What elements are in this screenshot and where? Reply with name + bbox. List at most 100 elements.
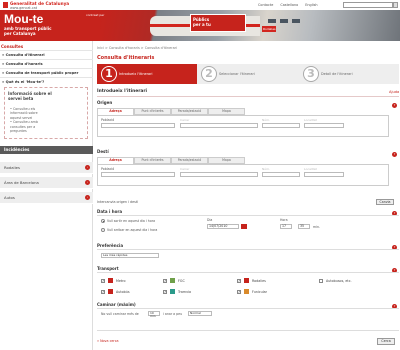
tram-checkbox[interactable]: ✓ — [163, 290, 167, 294]
chevron-right-icon: › — [85, 195, 90, 200]
language-links: Contacte Castellano English — [258, 3, 324, 7]
origin-title: Origen — [97, 100, 113, 105]
destination-street-input[interactable] — [180, 172, 258, 177]
search-button[interactable]: Cerca — [377, 338, 395, 345]
new-search-link[interactable]: » Nova cerca — [97, 339, 119, 343]
destination-town-input[interactable] — [101, 172, 175, 177]
field-label: Núm. — [262, 167, 271, 171]
sidebar-item-itinerari[interactable]: » Consulta d'itinerari — [2, 53, 45, 57]
step-3: 3 Detall de l'itinerari — [299, 64, 399, 84]
hour-select[interactable]: 17 — [280, 224, 292, 229]
info-icon[interactable]: ? — [392, 152, 397, 157]
minute-select[interactable]: 35 — [298, 224, 310, 229]
field-label: Carrer — [180, 118, 190, 122]
field-label: Carrer — [180, 167, 190, 171]
walking-speed-select[interactable]: Normal — [188, 311, 212, 316]
swap-link[interactable]: Intercanvia origen i destí — [97, 200, 138, 204]
banner-ad-line2: per a tu — [193, 22, 211, 27]
train-window — [268, 19, 276, 23]
origin-street-input[interactable] — [180, 123, 258, 128]
step-label: Seleccionar l'itinerari — [219, 72, 255, 76]
tab-mapa[interactable]: Mapa — [208, 157, 245, 164]
metro-checkbox[interactable]: ✓ — [101, 279, 105, 283]
rodalies-checkbox[interactable]: ✓ — [237, 279, 241, 283]
tab-parada[interactable]: Parada/estació — [171, 108, 208, 115]
walking-time-select[interactable]: 10 min — [148, 311, 160, 318]
calendar-icon[interactable] — [241, 224, 247, 229]
funicular-checkbox[interactable]: ✓ — [237, 290, 241, 294]
step-label: Introdueix l'itinerari — [119, 72, 153, 76]
incidencia-label: Àrea de Barcelona — [4, 180, 39, 185]
brand-subtitle: amb transport públic per Catalunya — [4, 26, 52, 36]
destination-locality-input[interactable] — [304, 172, 344, 177]
preference-select[interactable]: Les més ràpides — [101, 253, 159, 258]
subtitle-line2: per Catalunya — [4, 31, 36, 36]
chevron-right-icon: › — [85, 165, 90, 170]
divider — [0, 59, 93, 60]
site-search-button[interactable] — [393, 2, 398, 8]
step-number: 1 — [101, 66, 117, 82]
tab-punt-interes[interactable]: Punt d'interès — [134, 157, 171, 164]
org-url[interactable]: www.gencat.cat — [10, 6, 37, 10]
info-text-line: preguntes — [10, 129, 27, 134]
english-link[interactable]: English — [305, 3, 317, 7]
step-number: 3 — [303, 66, 319, 82]
banner-ad[interactable]: Públics per a tu — [190, 14, 246, 32]
tram-icon — [170, 289, 175, 294]
info-icon[interactable]: ? — [392, 103, 397, 108]
contrast-link[interactable]: contrast per — [86, 13, 104, 17]
origin-tabs: Adreça Punt d'interès Parada/estació Map… — [97, 108, 247, 115]
tab-parada[interactable]: Parada/estació — [171, 157, 208, 164]
origin-number-input[interactable] — [262, 123, 300, 128]
generalitat-logo-icon[interactable] — [3, 2, 8, 8]
walking-title: Caminar (màxim) — [97, 302, 136, 307]
wizard-steps: 1 Introdueix l'itinerari 2 Seleccionar l… — [97, 64, 399, 84]
train-window — [280, 19, 288, 23]
sidebar-item-about[interactable]: » Què és el 'Mou-te'? — [2, 80, 44, 84]
castellano-link[interactable]: Castellano — [280, 3, 298, 7]
step-label: Detall de l'itinerari — [321, 72, 353, 76]
incidencia-item-barcelona[interactable]: Àrea de Barcelona › — [0, 177, 93, 189]
walking-prefix: No vull caminar més de — [101, 312, 139, 316]
info-title-line2: servei beta — [8, 96, 34, 101]
field-label: Població — [101, 167, 115, 171]
tab-punt-interes[interactable]: Punt d'interès — [134, 108, 171, 115]
divider — [97, 249, 399, 250]
contact-link[interactable]: Contacte — [258, 3, 273, 7]
destination-tabs: Adreça Punt d'interès Parada/estació Map… — [97, 157, 247, 164]
other-bus-checkbox[interactable] — [319, 279, 323, 283]
bus-checkbox[interactable]: ✓ — [101, 290, 105, 294]
origin-locality-input[interactable] — [304, 123, 344, 128]
sidebar-item-horaris[interactable]: » Consulta d'horaris — [2, 62, 43, 66]
preference-title: Preferència — [97, 243, 124, 248]
train-window — [292, 19, 300, 23]
sidebar-item-transport-proper[interactable]: » Consulta de transport públic proper — [2, 71, 78, 75]
breadcrumb[interactable]: Inici > Consulta d'horaris > Consulta d'… — [97, 46, 177, 50]
destination-number-input[interactable] — [262, 172, 300, 177]
transport-label: Autobusos, etc. — [326, 279, 352, 283]
origin-town-input[interactable] — [101, 123, 175, 128]
tab-adreca[interactable]: Adreça — [97, 157, 134, 164]
tab-adreca[interactable]: Adreça — [97, 108, 134, 115]
divider — [97, 96, 399, 97]
incidencia-item-rodalies[interactable]: Rodalies › — [0, 162, 93, 174]
depart-radio[interactable] — [101, 219, 105, 223]
help-link[interactable]: Ajuda — [389, 90, 399, 94]
step-2: 2 Seleccionar l'itinerari — [197, 64, 299, 84]
fgc-checkbox[interactable]: ✓ — [163, 279, 167, 283]
field-label: Localitat — [304, 118, 317, 122]
divider — [97, 272, 399, 273]
beta-info-text[interactable]: • Consulteu els informació sobre aquest … — [10, 107, 84, 133]
day-label: Dia — [207, 218, 213, 222]
site-header: Públics per a tu Rodalies Mou-te amb tra… — [0, 10, 400, 41]
site-search-input[interactable] — [343, 2, 393, 8]
tab-mapa[interactable]: Mapa — [208, 108, 245, 115]
brand-title[interactable]: Mou-te — [4, 12, 43, 26]
incidencia-item-autos[interactable]: Autos › — [0, 192, 93, 204]
field-label: Localitat — [304, 167, 317, 171]
walking-mid: i anar a peu — [163, 312, 183, 316]
divider — [0, 77, 93, 78]
day-input[interactable]: 14/07/2010 — [207, 224, 239, 229]
arrive-radio[interactable] — [101, 228, 105, 232]
swap-button[interactable]: Canvia — [376, 199, 394, 205]
